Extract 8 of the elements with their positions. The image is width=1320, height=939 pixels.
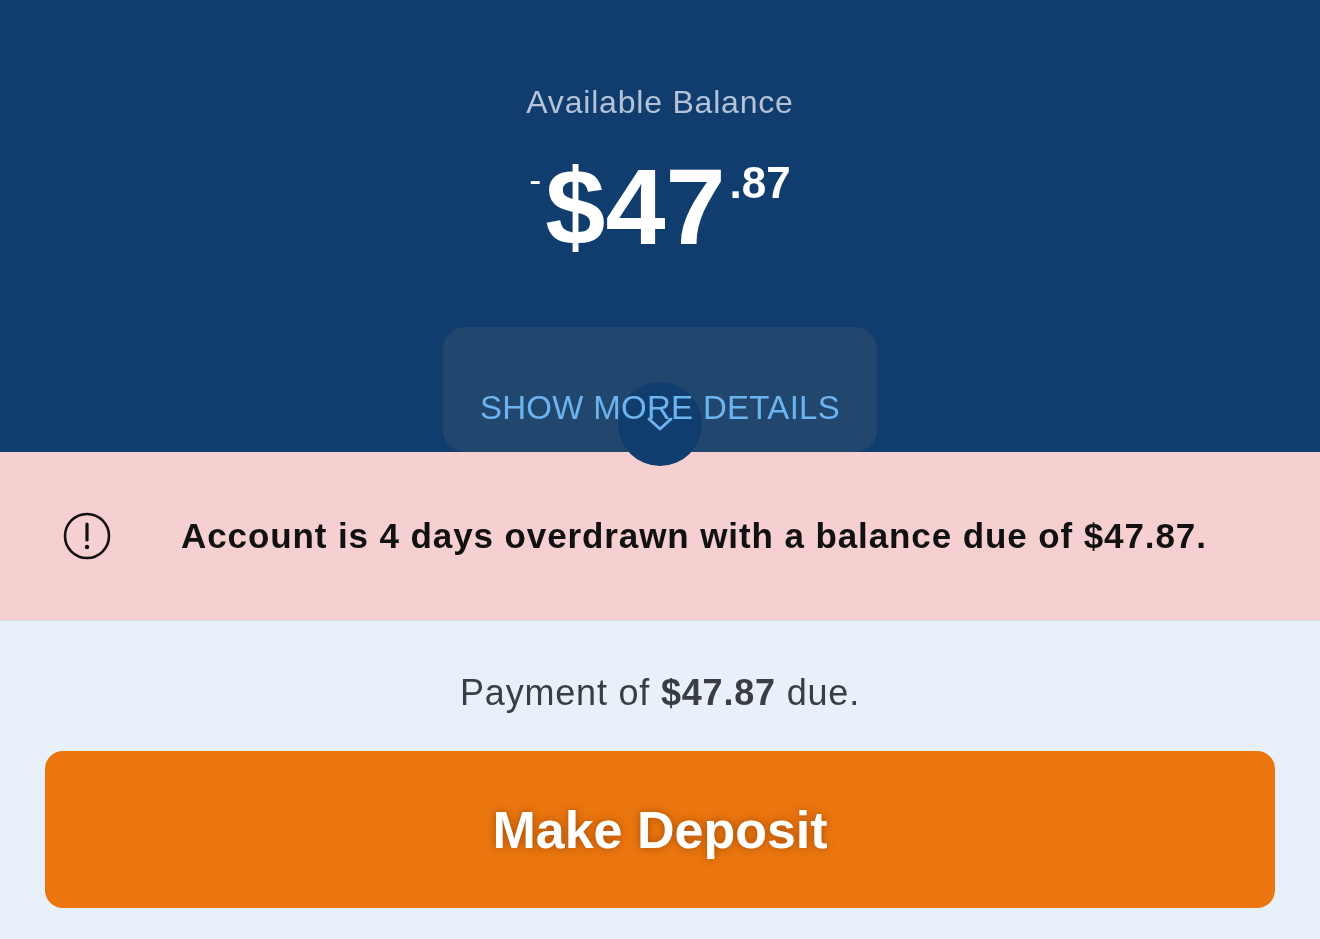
make-deposit-button[interactable]: Make Deposit (45, 751, 1275, 908)
payment-due-text: Payment of $47.87 due. (460, 672, 860, 714)
balance-label: Available Balance (526, 83, 794, 122)
alert-message: Account is 4 days overdrawn with a balance due of $47.87. (181, 515, 1207, 557)
balance-cents: .87 (729, 161, 791, 205)
exclamation-circle-icon (63, 512, 111, 560)
balance-amount: $47 (545, 153, 726, 261)
balance-sign: - (529, 162, 542, 198)
